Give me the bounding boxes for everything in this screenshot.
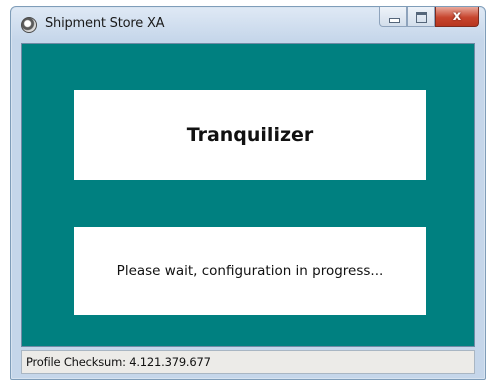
- progress-message: Please wait, configuration in progress..…: [116, 263, 384, 279]
- application-window: Shipment Store XA x Tranquilizer Please …: [10, 6, 486, 380]
- minimize-button[interactable]: [379, 7, 407, 27]
- product-heading: Tranquilizer: [186, 124, 314, 146]
- window-title: Shipment Store XA: [45, 16, 165, 31]
- client-area: Tranquilizer Please wait, configuration …: [21, 43, 475, 347]
- app-disc-icon[interactable]: [21, 17, 37, 33]
- maximize-button[interactable]: [407, 7, 435, 27]
- profile-checksum: Profile Checksum: 4.121.379.677: [26, 355, 211, 369]
- status-panel: Please wait, configuration in progress..…: [74, 227, 426, 315]
- caption-buttons: x: [379, 7, 479, 27]
- status-bar: Profile Checksum: 4.121.379.677: [21, 350, 475, 374]
- minimize-icon: [389, 18, 400, 23]
- close-icon: x: [452, 9, 462, 24]
- close-button[interactable]: x: [435, 7, 479, 27]
- heading-panel: Tranquilizer: [74, 90, 426, 180]
- title-bar[interactable]: Shipment Store XA x: [11, 7, 485, 43]
- maximize-icon: [416, 12, 427, 23]
